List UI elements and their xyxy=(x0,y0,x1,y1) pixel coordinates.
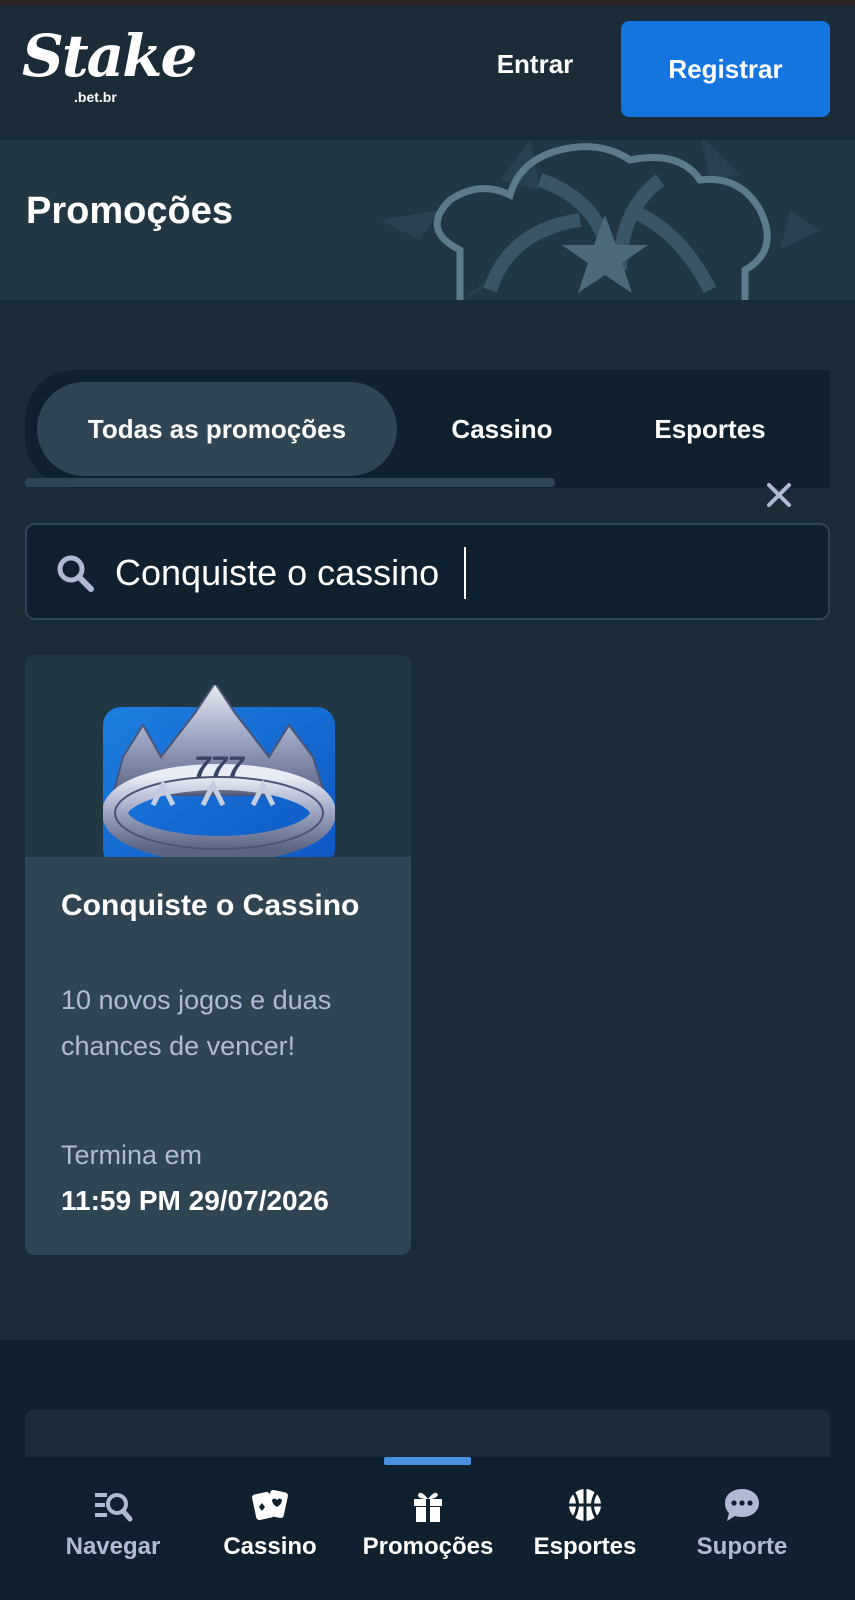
logo-domain: .bet.br xyxy=(74,89,117,105)
promotion-tabs: Todas as promoções Cassino Esportes xyxy=(25,370,830,488)
promotion-end-label: Termina em xyxy=(61,1140,203,1170)
tabs-scrollbar[interactable] xyxy=(25,478,555,487)
nav-label-support: Suporte xyxy=(696,1533,788,1560)
close-icon[interactable] xyxy=(762,478,796,512)
bottom-navigation: Navegar Cassino Promoções Esportes Supor… xyxy=(0,1457,855,1600)
nav-label-sports: Esportes xyxy=(533,1533,637,1560)
search-icon xyxy=(57,555,94,592)
basketball-icon xyxy=(569,1489,601,1521)
nav-item-support[interactable]: Suporte xyxy=(657,1485,827,1585)
promotion-end-date: 11:59 PM 29/07/2026 xyxy=(61,1185,329,1216)
nav-item-browse[interactable]: Navegar xyxy=(28,1485,198,1585)
nav-label-promotions: Promoções xyxy=(362,1533,494,1560)
cards-icon xyxy=(252,1489,288,1521)
nav-item-sports[interactable]: Esportes xyxy=(500,1485,670,1585)
nav-label-casino: Cassino xyxy=(223,1533,317,1560)
promotion-card[interactable]: 777 Conquiste o Cassino 10 novos jogos e… xyxy=(25,655,411,1255)
tab-sports[interactable]: Esportes xyxy=(615,382,805,476)
chat-icon xyxy=(725,1489,759,1521)
promotion-description: 10 novos jogos e duas chances de vencer! xyxy=(61,985,332,1061)
promotions-banner: Promoções xyxy=(0,140,855,300)
login-button[interactable]: Entrar xyxy=(475,30,595,98)
search-input[interactable] xyxy=(115,545,805,600)
browse-icon xyxy=(95,1493,133,1522)
register-button[interactable]: Registrar xyxy=(621,21,830,117)
text-cursor xyxy=(464,547,466,599)
banner-decoration-icon xyxy=(380,140,820,300)
active-tab-indicator xyxy=(384,1457,471,1465)
tab-all-promotions[interactable]: Todas as promoções xyxy=(37,382,397,476)
gift-icon xyxy=(414,1492,442,1522)
promotion-title: Conquiste o Cassino xyxy=(61,889,360,922)
logo-text: Stake xyxy=(22,22,197,90)
promotion-image: 777 xyxy=(25,655,411,857)
nav-item-casino[interactable]: Cassino xyxy=(185,1485,355,1585)
stake-logo[interactable]: Stake .bet.br xyxy=(22,27,197,117)
crown-777-text: 777 xyxy=(194,751,245,784)
header: Stake .bet.br Entrar Registrar xyxy=(0,5,855,140)
tab-casino[interactable]: Cassino xyxy=(417,382,587,476)
nav-label-browse: Navegar xyxy=(65,1533,161,1560)
crown-icon: 777 xyxy=(103,685,335,857)
page-title: Promoções xyxy=(26,190,233,232)
search-bar[interactable] xyxy=(25,523,830,620)
nav-item-promotions[interactable]: Promoções xyxy=(343,1485,513,1585)
